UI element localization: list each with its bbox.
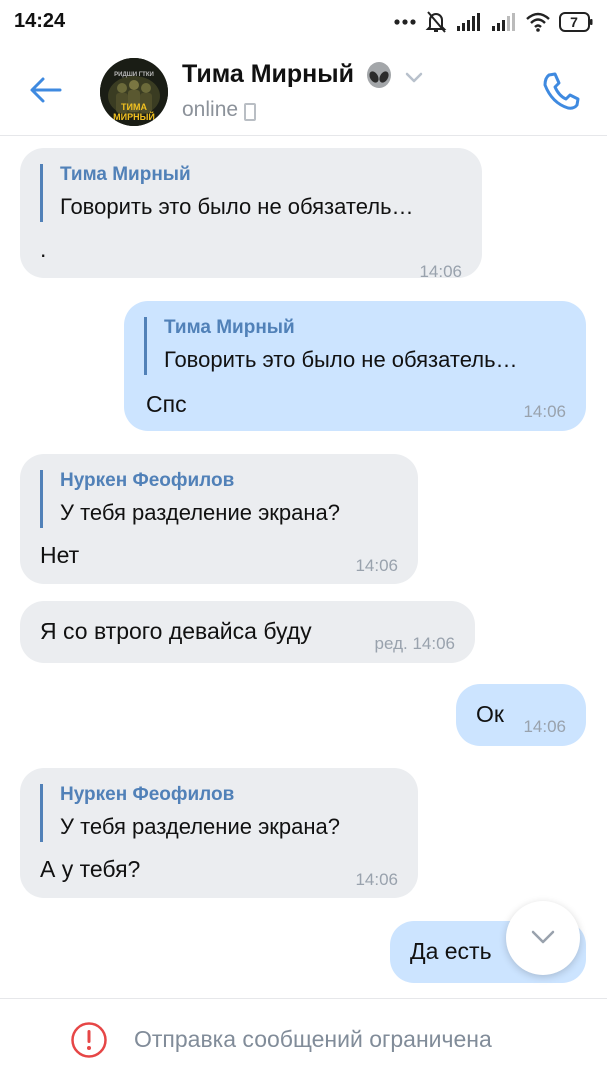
arrow-left-icon — [30, 77, 62, 103]
reply-text: Говорить это было не обязатель… — [60, 194, 414, 219]
message-time: 14:06 — [523, 402, 566, 421]
message-incoming[interactable]: Нуркен Феофилов У тебя разделение экрана… — [20, 454, 418, 584]
battery-level: 7 — [570, 14, 578, 30]
message-list[interactable]: Тима Мирный Говорить это было не обязате… — [0, 136, 607, 996]
message-text: Нет — [40, 542, 80, 568]
chat-header: РИДШИ ГТКИ ТИМА МИРНЫЙ Тима Мирный onlin… — [0, 44, 607, 136]
reply-author: Нуркен Феофилов — [60, 470, 235, 491]
reply-author: Нуркен Феофилов — [60, 784, 235, 805]
reply-quote[interactable]: Нуркен Феофилов У тебя разделение экрана… — [40, 784, 340, 842]
back-button[interactable] — [28, 72, 64, 108]
message-text: А у тебя? — [40, 856, 141, 882]
reply-author: Тима Мирный — [164, 317, 295, 338]
status-time: 14:24 — [14, 10, 66, 32]
message-text: Спс — [146, 391, 187, 417]
status-bar: 14:24 7 — [0, 0, 607, 44]
message-outgoing[interactable]: Тима Мирный Говорить это было не обязате… — [124, 301, 586, 431]
chevron-down-icon[interactable] — [404, 70, 424, 84]
message-outgoing[interactable]: Ок 14:06 — [456, 684, 586, 746]
avatar-caption: ТИМА МИРНЫЙ — [113, 102, 155, 122]
wifi-icon — [526, 12, 550, 32]
online-status-text: online — [182, 98, 239, 121]
signal-icon — [457, 13, 480, 31]
message-text: Я со втрого девайса буду — [40, 618, 312, 644]
reply-quote[interactable]: Нуркен Феофилов У тебя разделение экрана… — [40, 470, 340, 528]
message-text: Да есть — [410, 938, 492, 964]
message-time: 14:06 — [419, 262, 462, 281]
scroll-to-bottom-button[interactable] — [506, 901, 580, 975]
message-incoming[interactable]: Я со втрого девайса буду ред. 14:06 — [20, 601, 475, 663]
chat-title[interactable]: Тима Мирный — [182, 60, 354, 89]
message-time: 14:06 — [523, 717, 566, 736]
message-time: 14:06 — [355, 556, 398, 575]
reply-quote[interactable]: Тима Мирный Говорить это было не обязате… — [40, 164, 414, 222]
message-time: 14:06 — [355, 870, 398, 889]
online-status: online — [182, 98, 257, 122]
status-icons: 7 — [394, 8, 593, 36]
phone-icon — [543, 72, 580, 110]
mobile-device-icon — [244, 102, 257, 121]
message-text: Ок — [476, 701, 504, 727]
call-button[interactable] — [540, 70, 582, 112]
warning-icon — [71, 1022, 107, 1058]
message-text: . — [40, 236, 47, 262]
signal-icon — [492, 13, 515, 31]
reply-text: У тебя разделение экрана? — [60, 500, 341, 525]
reply-author: Тима Мирный — [60, 164, 191, 185]
dots-icon — [394, 19, 416, 25]
reply-quote[interactable]: Тима Мирный Говорить это было не обязате… — [144, 317, 518, 375]
avatar[interactable]: РИДШИ ГТКИ ТИМА МИРНЫЙ — [100, 58, 168, 126]
alien-emoji-icon — [367, 62, 391, 88]
message-time-edited: ред. 14:06 — [374, 634, 455, 653]
message-incoming[interactable]: Нуркен Феофилов У тебя разделение экрана… — [20, 768, 418, 898]
chevron-down-icon — [531, 930, 555, 944]
reply-text: Говорить это было не обязатель… — [164, 347, 518, 372]
battery-icon: 7 — [559, 12, 593, 32]
messaging-restricted-text: Отправка сообщений ограничена — [134, 1026, 492, 1052]
composer-disabled-bar: Отправка сообщений ограничена — [0, 998, 607, 1080]
avatar-caption-top: РИДШИ ГТКИ — [114, 72, 154, 78]
message-incoming[interactable]: Тима Мирный Говорить это было не обязате… — [20, 148, 482, 281]
muted-bell-icon — [425, 11, 447, 33]
reply-text: У тебя разделение экрана? — [60, 814, 341, 839]
